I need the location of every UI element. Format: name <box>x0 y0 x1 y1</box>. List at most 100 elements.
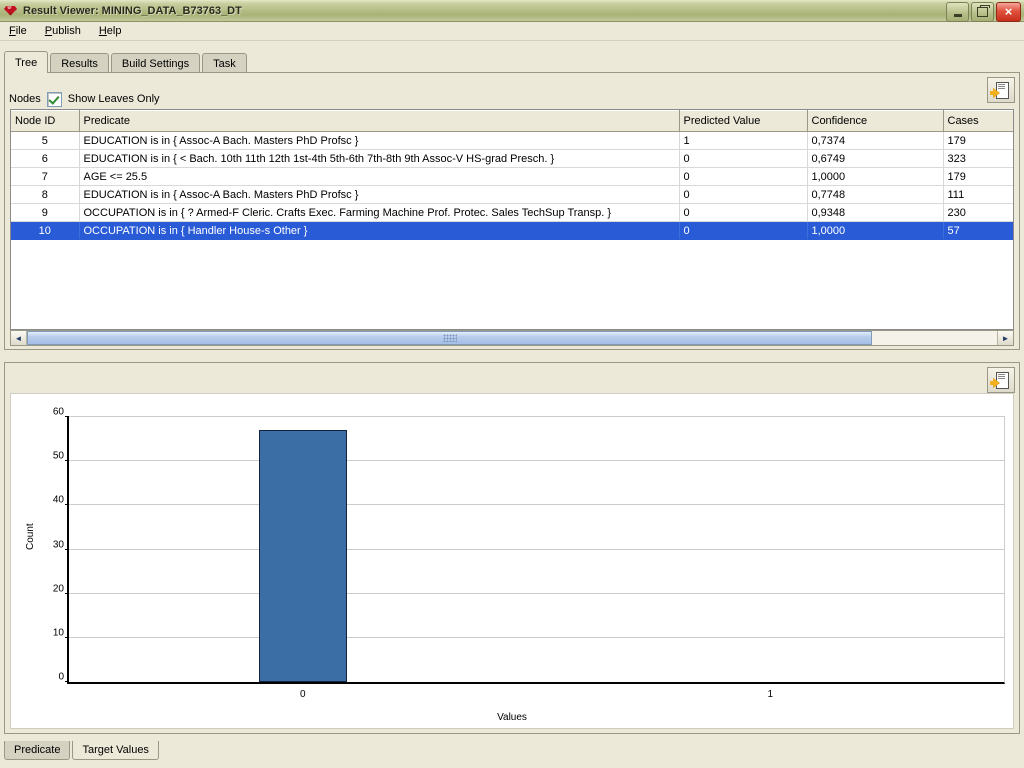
main-tab-strip: Tree Results Build Settings Task <box>4 51 1020 73</box>
export-nodes-button[interactable] <box>987 77 1015 103</box>
cell-predicted-value: 0 <box>679 167 808 186</box>
scroll-right-arrow-icon[interactable]: ► <box>997 331 1013 345</box>
cell-cases: 57 <box>943 221 1013 240</box>
cell-node-id: 6 <box>11 149 80 168</box>
cell-cases: 179 <box>943 167 1013 186</box>
minimize-button[interactable] <box>946 2 969 22</box>
chart-y-axis-label: Count <box>25 523 36 550</box>
panel-splitter[interactable] <box>0 352 1024 362</box>
cell-confidence: 1,0000 <box>807 167 944 186</box>
table-horizontal-scrollbar[interactable]: ◄ ► <box>10 330 1014 346</box>
tab-task-label: Task <box>213 57 236 70</box>
cell-predicate: OCCUPATION is in { Handler House-s Other… <box>79 221 680 240</box>
chart-y-tick-mark <box>65 681 69 682</box>
column-header-predicted-value[interactable]: Predicted Value <box>679 110 808 132</box>
cell-cases: 179 <box>943 131 1013 150</box>
cell-predicate: EDUCATION is in { Assoc-A Bach. Masters … <box>79 185 680 204</box>
cell-predicate: AGE <= 25.5 <box>79 167 680 186</box>
tab-tree-label: Tree <box>15 56 38 69</box>
cell-node-id: 8 <box>11 185 80 204</box>
cell-confidence: 0,6749 <box>807 149 944 168</box>
menu-file[interactable]: File <box>0 23 36 39</box>
chart-y-tick-mark <box>65 592 69 594</box>
chart-y-tick-mark <box>65 636 69 638</box>
cell-confidence: 0,7374 <box>807 131 944 150</box>
scrollbar-thumb[interactable] <box>27 331 872 345</box>
tab-task[interactable]: Task <box>202 53 247 73</box>
table-row[interactable]: 8 EDUCATION is in { Assoc-A Bach. Master… <box>11 185 1013 204</box>
column-header-node-id[interactable]: Node ID <box>11 110 80 132</box>
chart-gridline <box>69 504 1004 506</box>
column-header-predicate[interactable]: Predicate <box>79 110 680 132</box>
show-leaves-only-checkbox[interactable] <box>46 91 62 107</box>
window-title: Result Viewer: MINING_DATA_B73763_DT <box>23 4 242 17</box>
show-leaves-only-label: Show Leaves Only <box>67 93 160 105</box>
tab-tree[interactable]: Tree <box>4 51 49 73</box>
table-row[interactable]: 7 AGE <= 25.5 0 1,0000 179 <box>11 167 1013 186</box>
tab-target-values-label: Target Values <box>82 744 149 756</box>
chart-x-axis-label: Values <box>497 712 527 723</box>
chart-bar[interactable] <box>258 430 347 682</box>
cell-predicted-value: 1 <box>679 131 808 150</box>
menu-help[interactable]: Help <box>90 23 131 39</box>
nodes-table-container[interactable]: Node ID Predicate Predicted Value Confid… <box>10 109 1014 330</box>
chart-y-tick-label: 60 <box>52 406 64 418</box>
export-icon <box>990 372 1009 389</box>
table-row[interactable]: 9 OCCUPATION is in { ? Armed-F Cleric. C… <box>11 203 1013 222</box>
menu-publish-rest: ublish <box>52 25 81 37</box>
table-row[interactable]: 5 EDUCATION is in { Assoc-A Bach. Master… <box>11 131 1013 150</box>
scrollbar-track[interactable] <box>27 331 997 345</box>
chart-y-tick-mark <box>65 416 69 417</box>
cell-predicate: OCCUPATION is in { ? Armed-F Cleric. Cra… <box>79 203 680 222</box>
close-button[interactable]: × <box>996 2 1021 22</box>
chart-y-tick-label: 30 <box>52 539 64 550</box>
chart-x-tick-label: 1 <box>767 689 774 700</box>
cell-predicted-value: 0 <box>679 185 808 204</box>
column-header-confidence[interactable]: Confidence <box>807 110 944 132</box>
export-icon <box>990 82 1009 99</box>
nodes-table: Node ID Predicate Predicted Value Confid… <box>11 110 1013 240</box>
menu-help-rest: elp <box>106 25 122 37</box>
cell-node-id: 5 <box>11 131 80 150</box>
menu-publish[interactable]: Publish <box>36 23 90 39</box>
chart-gridline <box>69 416 1004 417</box>
restore-button[interactable] <box>971 2 994 22</box>
chart-gridline <box>69 592 1004 594</box>
nodes-label: Nodes <box>9 93 41 105</box>
scroll-left-arrow-icon[interactable]: ◄ <box>11 331 27 345</box>
cell-confidence: 0,7748 <box>807 185 944 204</box>
chart-gridline <box>69 460 1004 462</box>
table-row[interactable]: 6 EDUCATION is in { < Bach. 10th 11th 12… <box>11 149 1013 168</box>
chart-plot-area: 0 10 20 30 40 50 60 0 1 <box>53 407 1005 700</box>
window-controls: × <box>946 2 1021 22</box>
nodes-toolbar: Nodes Show Leaves Only <box>9 90 160 108</box>
tab-results[interactable]: Results <box>50 53 109 73</box>
nodes-panel: Nodes Show Leaves Only Node ID Predicate <box>4 72 1020 350</box>
column-header-cases[interactable]: Cases <box>943 110 1013 132</box>
tab-predicate[interactable]: Predicate <box>4 741 71 760</box>
tab-build-settings[interactable]: Build Settings <box>110 53 201 73</box>
cell-confidence: 0,9348 <box>807 203 944 222</box>
chart-y-tick-mark <box>65 460 69 462</box>
tab-predicate-label: Predicate <box>14 744 61 756</box>
cell-cases: 323 <box>943 149 1013 168</box>
bar-chart: Count 0 10 20 30 40 50 60 0 1 Values <box>10 393 1014 729</box>
chart-y-tick-label: 10 <box>52 627 64 639</box>
export-chart-button[interactable] <box>987 367 1015 393</box>
table-row-selected[interactable]: 10 OCCUPATION is in { Handler House-s Ot… <box>11 221 1013 240</box>
chart-gridline <box>69 636 1004 638</box>
chart-y-tick-label: 0 <box>58 671 64 683</box>
tab-target-values[interactable]: Target Values <box>72 741 159 760</box>
chart-y-tick-mark <box>65 548 69 550</box>
cell-cases: 111 <box>943 185 1013 204</box>
cell-predicted-value: 0 <box>679 221 808 240</box>
menu-bar: File Publish Help <box>0 22 1024 41</box>
chart-y-tick-mark <box>65 504 69 506</box>
chart-x-tick-label: 0 <box>299 689 306 700</box>
chart-y-tick-label: 50 <box>52 450 64 462</box>
scrollbar-grip-icon <box>442 334 457 342</box>
chart-y-tick-label: 40 <box>52 494 64 506</box>
menu-file-rest: ile <box>15 25 27 37</box>
tab-results-label: Results <box>61 57 98 70</box>
tab-build-settings-label: Build Settings <box>121 57 190 70</box>
